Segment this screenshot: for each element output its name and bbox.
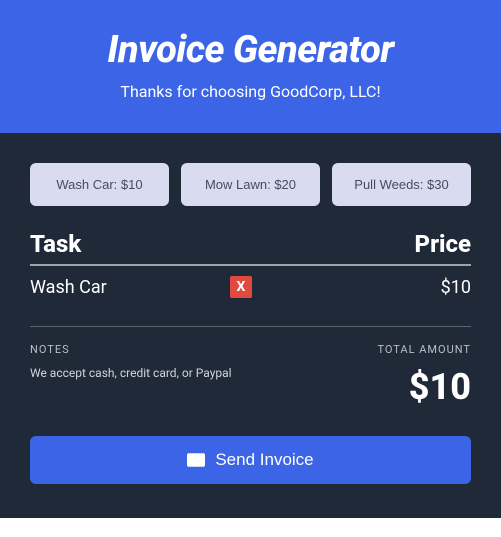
divider: [30, 326, 471, 327]
line-item-price: $10: [441, 277, 471, 298]
service-wash-car-button[interactable]: Wash Car: $10: [30, 163, 169, 206]
notes-label: NOTES: [30, 343, 232, 356]
total-label: TOTAL AMOUNT: [377, 343, 471, 356]
envelope-icon: [187, 453, 205, 467]
table-row: Wash Car X $10: [30, 266, 471, 312]
remove-line-item-button[interactable]: X: [230, 276, 252, 298]
send-invoice-button[interactable]: Send Invoice: [30, 436, 471, 484]
page-subtitle: Thanks for choosing GoodCorp, LLC!: [20, 82, 481, 101]
task-column-header: Task: [30, 230, 81, 258]
notes-text: We accept cash, credit card, or Paypal: [30, 366, 232, 380]
page-title: Invoice Generator: [20, 28, 481, 72]
service-pull-weeds-button[interactable]: Pull Weeds: $30: [332, 163, 471, 206]
line-item-task: Wash Car: [30, 277, 230, 298]
total-block: TOTAL AMOUNT $10: [377, 343, 471, 408]
total-amount: $10: [377, 366, 471, 408]
notes-block: NOTES We accept cash, credit card, or Pa…: [30, 343, 232, 408]
totals-section: NOTES We accept cash, credit card, or Pa…: [30, 343, 471, 408]
table-header: Task Price: [30, 230, 471, 266]
header: Invoice Generator Thanks for choosing Go…: [0, 0, 501, 133]
service-mow-lawn-button[interactable]: Mow Lawn: $20: [181, 163, 320, 206]
main: Wash Car: $10 Mow Lawn: $20 Pull Weeds: …: [0, 133, 501, 518]
send-invoice-label: Send Invoice: [215, 450, 313, 470]
price-column-header: Price: [415, 230, 471, 258]
service-buttons: Wash Car: $10 Mow Lawn: $20 Pull Weeds: …: [30, 163, 471, 206]
